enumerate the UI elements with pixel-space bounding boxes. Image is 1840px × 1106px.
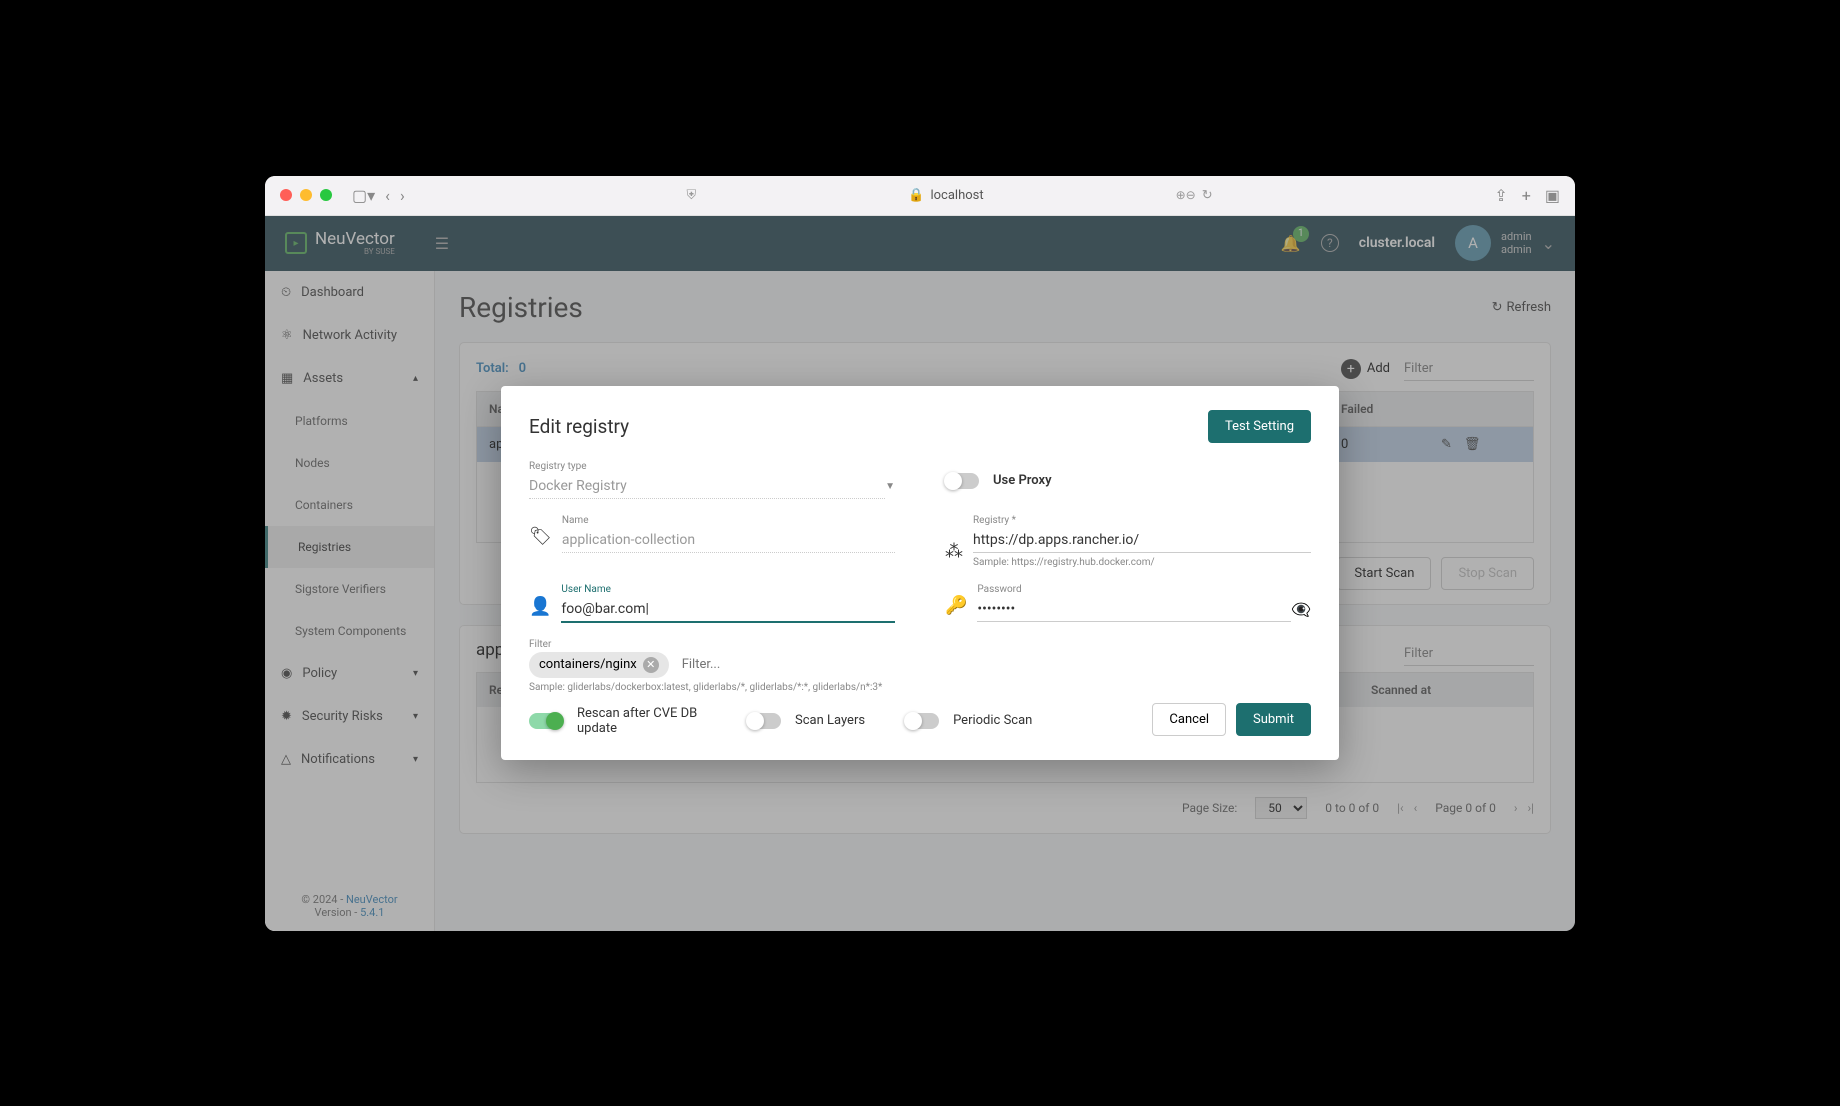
close-window-button[interactable] [280,189,292,201]
filter-chip-input[interactable] [677,652,1311,677]
use-proxy-label: Use Proxy [993,473,1052,488]
rescan-toggle[interactable] [529,713,563,729]
test-setting-button[interactable]: Test Setting [1208,410,1311,443]
tabs-icon[interactable]: ▣ [1545,186,1560,205]
registry-url-hint: Sample: https://registry.hub.docker.com/ [973,557,1311,568]
edit-registry-modal: Edit registry Test Setting Registry type… [501,386,1339,760]
back-button[interactable]: ‹ [385,186,390,205]
username-label: User Name [561,584,895,595]
filter-label: Filter [529,639,1311,650]
modal-overlay[interactable]: Edit registry Test Setting Registry type… [265,216,1575,931]
password-label: Password [977,584,1311,595]
tag-icon: 🏷 [529,526,552,553]
filter-chip: containers/nginx ✕ [529,652,669,678]
registry-url-label: Registry * [973,515,1311,526]
browser-titlebar: ▢▾ ‹ › ⛨ 🔒 localhost ⊕⊖ ↻ ⇪ + ▣ [265,176,1575,216]
visibility-off-icon[interactable]: 👁‍🗨 [1291,600,1311,619]
translate-icon[interactable]: ⊕⊖ [1176,188,1196,202]
registry-type-label: Registry type [529,461,895,472]
filter-hint: Sample: gliderlabs/dockerbox:latest, gli… [529,682,1311,693]
shield-icon[interactable]: ⛨ [687,188,697,203]
cancel-button[interactable]: Cancel [1152,703,1226,736]
key-icon: 🔑 [945,595,967,622]
minimize-window-button[interactable] [300,189,312,201]
url-text[interactable]: localhost [930,188,983,203]
password-input[interactable] [977,597,1291,622]
use-proxy-toggle[interactable] [945,473,979,489]
scan-layers-toggle[interactable] [747,713,781,729]
scan-layers-label: Scan Layers [795,713,865,728]
new-tab-icon[interactable]: + [1522,186,1531,205]
nodes-icon: ⁂ [945,541,963,568]
submit-button[interactable]: Submit [1236,703,1311,736]
registry-type-select[interactable] [529,474,885,499]
name-input[interactable] [562,528,895,553]
modal-title: Edit registry [529,415,629,438]
periodic-scan-toggle[interactable] [905,713,939,729]
dropdown-caret-icon: ▼ [885,481,895,492]
username-input[interactable] [561,597,895,623]
name-label: Name [562,515,895,526]
periodic-scan-label: Periodic Scan [953,713,1032,728]
lock-icon: 🔒 [908,188,924,203]
reload-icon[interactable]: ↻ [1202,188,1213,203]
registry-url-input[interactable] [973,528,1311,553]
person-icon: 👤 [529,596,551,623]
rescan-label: Rescan after CVE DB update [577,706,707,736]
share-icon[interactable]: ⇪ [1494,186,1507,205]
sidebar-toggle-icon[interactable]: ▢▾ [352,186,375,205]
maximize-window-button[interactable] [320,189,332,201]
remove-chip-icon[interactable]: ✕ [643,657,659,673]
